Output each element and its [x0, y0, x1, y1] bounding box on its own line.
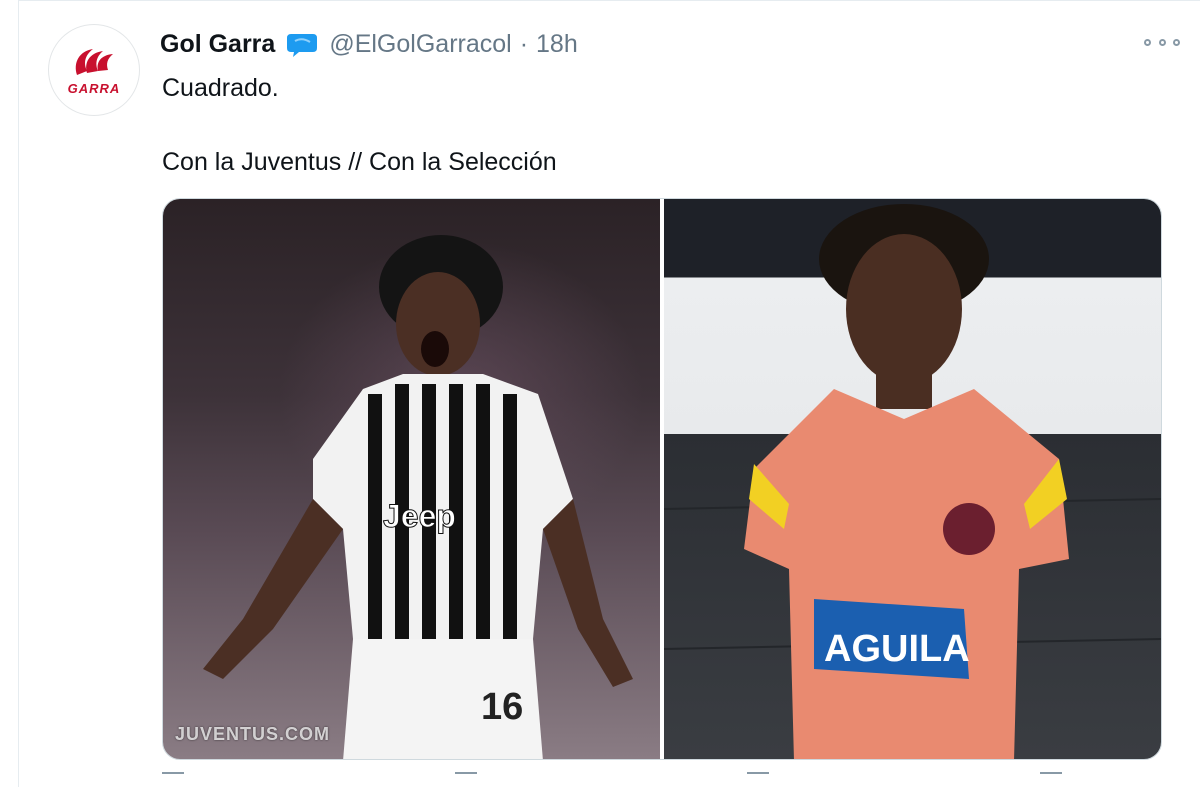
avatar[interactable]: GARRA — [48, 24, 140, 116]
more-dot — [1158, 38, 1166, 46]
more-dot — [1173, 38, 1180, 46]
verified-badge-icon — [287, 34, 318, 57]
photo-juventus-player[interactable]: Jeep 16 JUVENTUS.COM — [163, 199, 660, 759]
tweet-actions — [162, 772, 1062, 787]
author-handle[interactable]: @ElGolGarracol — [329, 30, 511, 59]
retweet-icon[interactable] — [454, 772, 477, 784]
svg-text:Jeep: Jeep — [383, 498, 456, 534]
tweet-text: Cuadrado. Con la Juventus // Con la Sele… — [162, 72, 1122, 178]
more-options-icon[interactable] — [1144, 32, 1180, 52]
more-dot — [1144, 38, 1151, 46]
garra-logo-icon — [75, 48, 113, 75]
like-icon[interactable] — [747, 772, 770, 784]
juventus-player-image: Jeep 16 — [203, 235, 633, 759]
photo-seleccion-person[interactable]: AGUILA — [664, 199, 1161, 759]
photo-watermark: JUVENTUS.COM — [175, 724, 331, 744]
tweet-header: Gol Garra @ElGolGarracol · 18h — [160, 26, 578, 62]
tweet-text-line: Con la Juventus // Con la Selección — [162, 148, 557, 176]
author-name[interactable]: Gol Garra — [160, 30, 275, 59]
svg-text:16: 16 — [481, 686, 523, 728]
share-icon[interactable] — [1039, 772, 1062, 784]
reply-icon[interactable] — [162, 772, 184, 784]
tweet-text-line: Cuadrado. — [162, 74, 279, 102]
tweet-timestamp[interactable]: 18h — [536, 30, 578, 59]
separator-dot: · — [519, 29, 529, 58]
svg-text:AGUILA: AGUILA — [824, 628, 970, 670]
seleccion-person-image: AGUILA — [664, 204, 1161, 759]
avatar-brand-text: GARRA — [67, 80, 121, 96]
tweet-media[interactable]: Jeep 16 JUVENTUS.COM AGUILA — [162, 198, 1162, 760]
